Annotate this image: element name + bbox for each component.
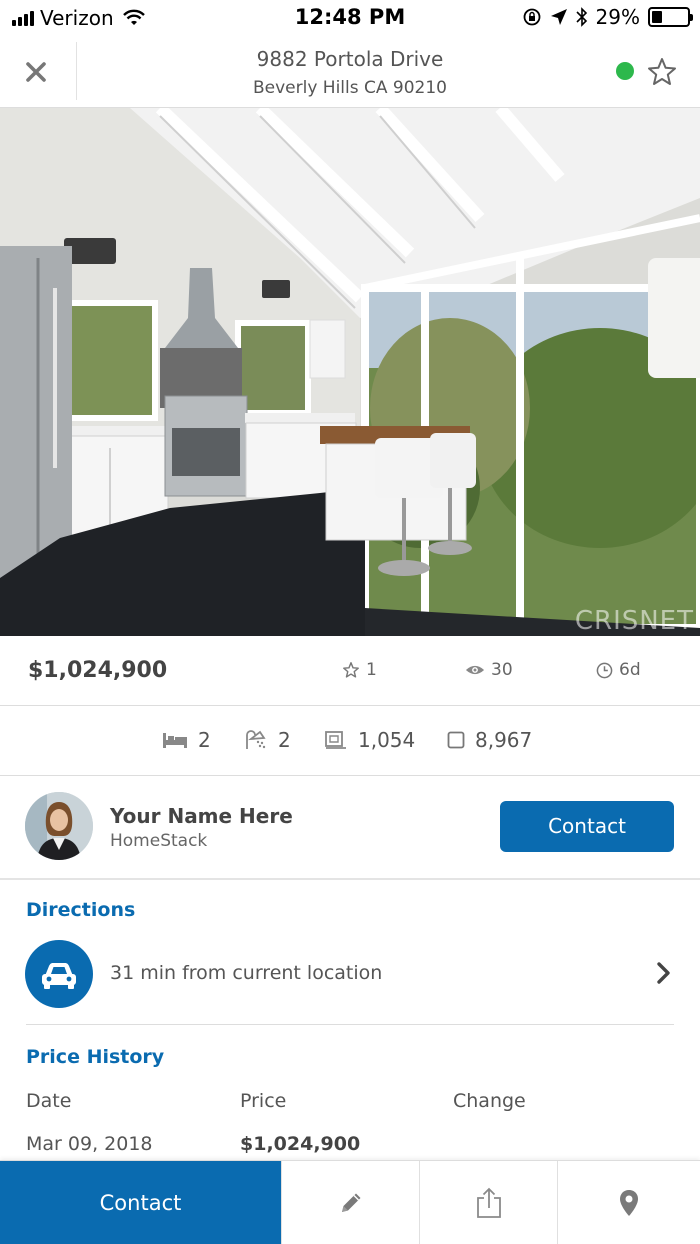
agent-company: HomeStack <box>110 831 208 851</box>
battery-percent: 29% <box>595 5 640 29</box>
star-outline-icon <box>343 662 359 678</box>
status-right: 29% <box>522 5 693 29</box>
edit-button[interactable] <box>281 1161 419 1244</box>
price-row: $1,024,900 1 30 6d <box>0 636 700 706</box>
location-arrow-icon <box>550 9 567 25</box>
shower-icon <box>246 730 266 749</box>
orientation-lock-icon <box>523 8 540 26</box>
page-subtitle: Beverly Hills CA 90210 <box>252 78 447 98</box>
features-row: 2 2 1,054 8,967 <box>0 706 700 776</box>
section-divider <box>26 1024 674 1025</box>
price-history-title: Price History <box>26 1046 165 1068</box>
pencil-icon <box>341 1193 360 1212</box>
directions-title: Directions <box>26 899 136 921</box>
share-button[interactable] <box>419 1161 557 1244</box>
bottom-contact-button[interactable]: Contact <box>0 1161 281 1244</box>
views-count: 30 <box>465 660 513 680</box>
listing-photo[interactable]: CRISNET <box>0 108 700 636</box>
bed-icon <box>163 733 187 748</box>
agent-contact-button[interactable]: Contact <box>500 801 674 852</box>
history-row-price: $1,024,900 <box>240 1133 361 1155</box>
photo-watermark: CRISNET <box>574 606 694 636</box>
kitchen-photo <box>0 108 700 636</box>
history-row-date: Mar 09, 2018 <box>26 1133 153 1155</box>
battery-icon <box>648 7 693 27</box>
listing-status-dot <box>616 62 634 80</box>
status-bar: Verizon 12:48 PM 29% <box>0 0 700 36</box>
clock-icon <box>596 662 613 678</box>
history-header-price: Price <box>240 1090 287 1112</box>
car-icon <box>42 963 76 989</box>
baths-feature: 2 <box>244 728 291 752</box>
eye-icon <box>465 665 485 675</box>
history-header-date: Date <box>26 1090 72 1112</box>
page-title: 9882 Portola Drive <box>256 47 444 71</box>
agent-photo <box>25 792 93 860</box>
floor-area-icon <box>325 731 346 749</box>
lot-feature: 8,967 <box>447 728 532 752</box>
listing-price: $1,024,900 <box>28 658 168 683</box>
directions-button[interactable] <box>25 940 93 1008</box>
beds-feature: 2 <box>162 728 211 752</box>
favorites-count: 1 <box>342 660 377 680</box>
agent-card: Your Name Here HomeStack Contact <box>0 776 700 880</box>
directions-text[interactable]: 31 min from current location <box>110 962 382 984</box>
listing-header: 9882 Portola Drive Beverly Hills CA 9021… <box>0 36 700 108</box>
history-header-change: Change <box>453 1090 526 1112</box>
bottom-toolbar: Contact <box>0 1160 700 1244</box>
bluetooth-icon <box>575 7 587 27</box>
lot-size-icon <box>447 731 465 749</box>
favorite-star-icon[interactable] <box>646 56 678 88</box>
map-pin-icon <box>620 1190 638 1216</box>
days-on-market: 6d <box>596 660 641 680</box>
agent-avatar <box>25 792 93 860</box>
map-button[interactable] <box>557 1161 700 1244</box>
share-icon <box>476 1187 501 1218</box>
chevron-right-icon[interactable] <box>652 959 676 987</box>
sqft-feature: 1,054 <box>324 728 415 752</box>
agent-name: Your Name Here <box>110 804 293 828</box>
